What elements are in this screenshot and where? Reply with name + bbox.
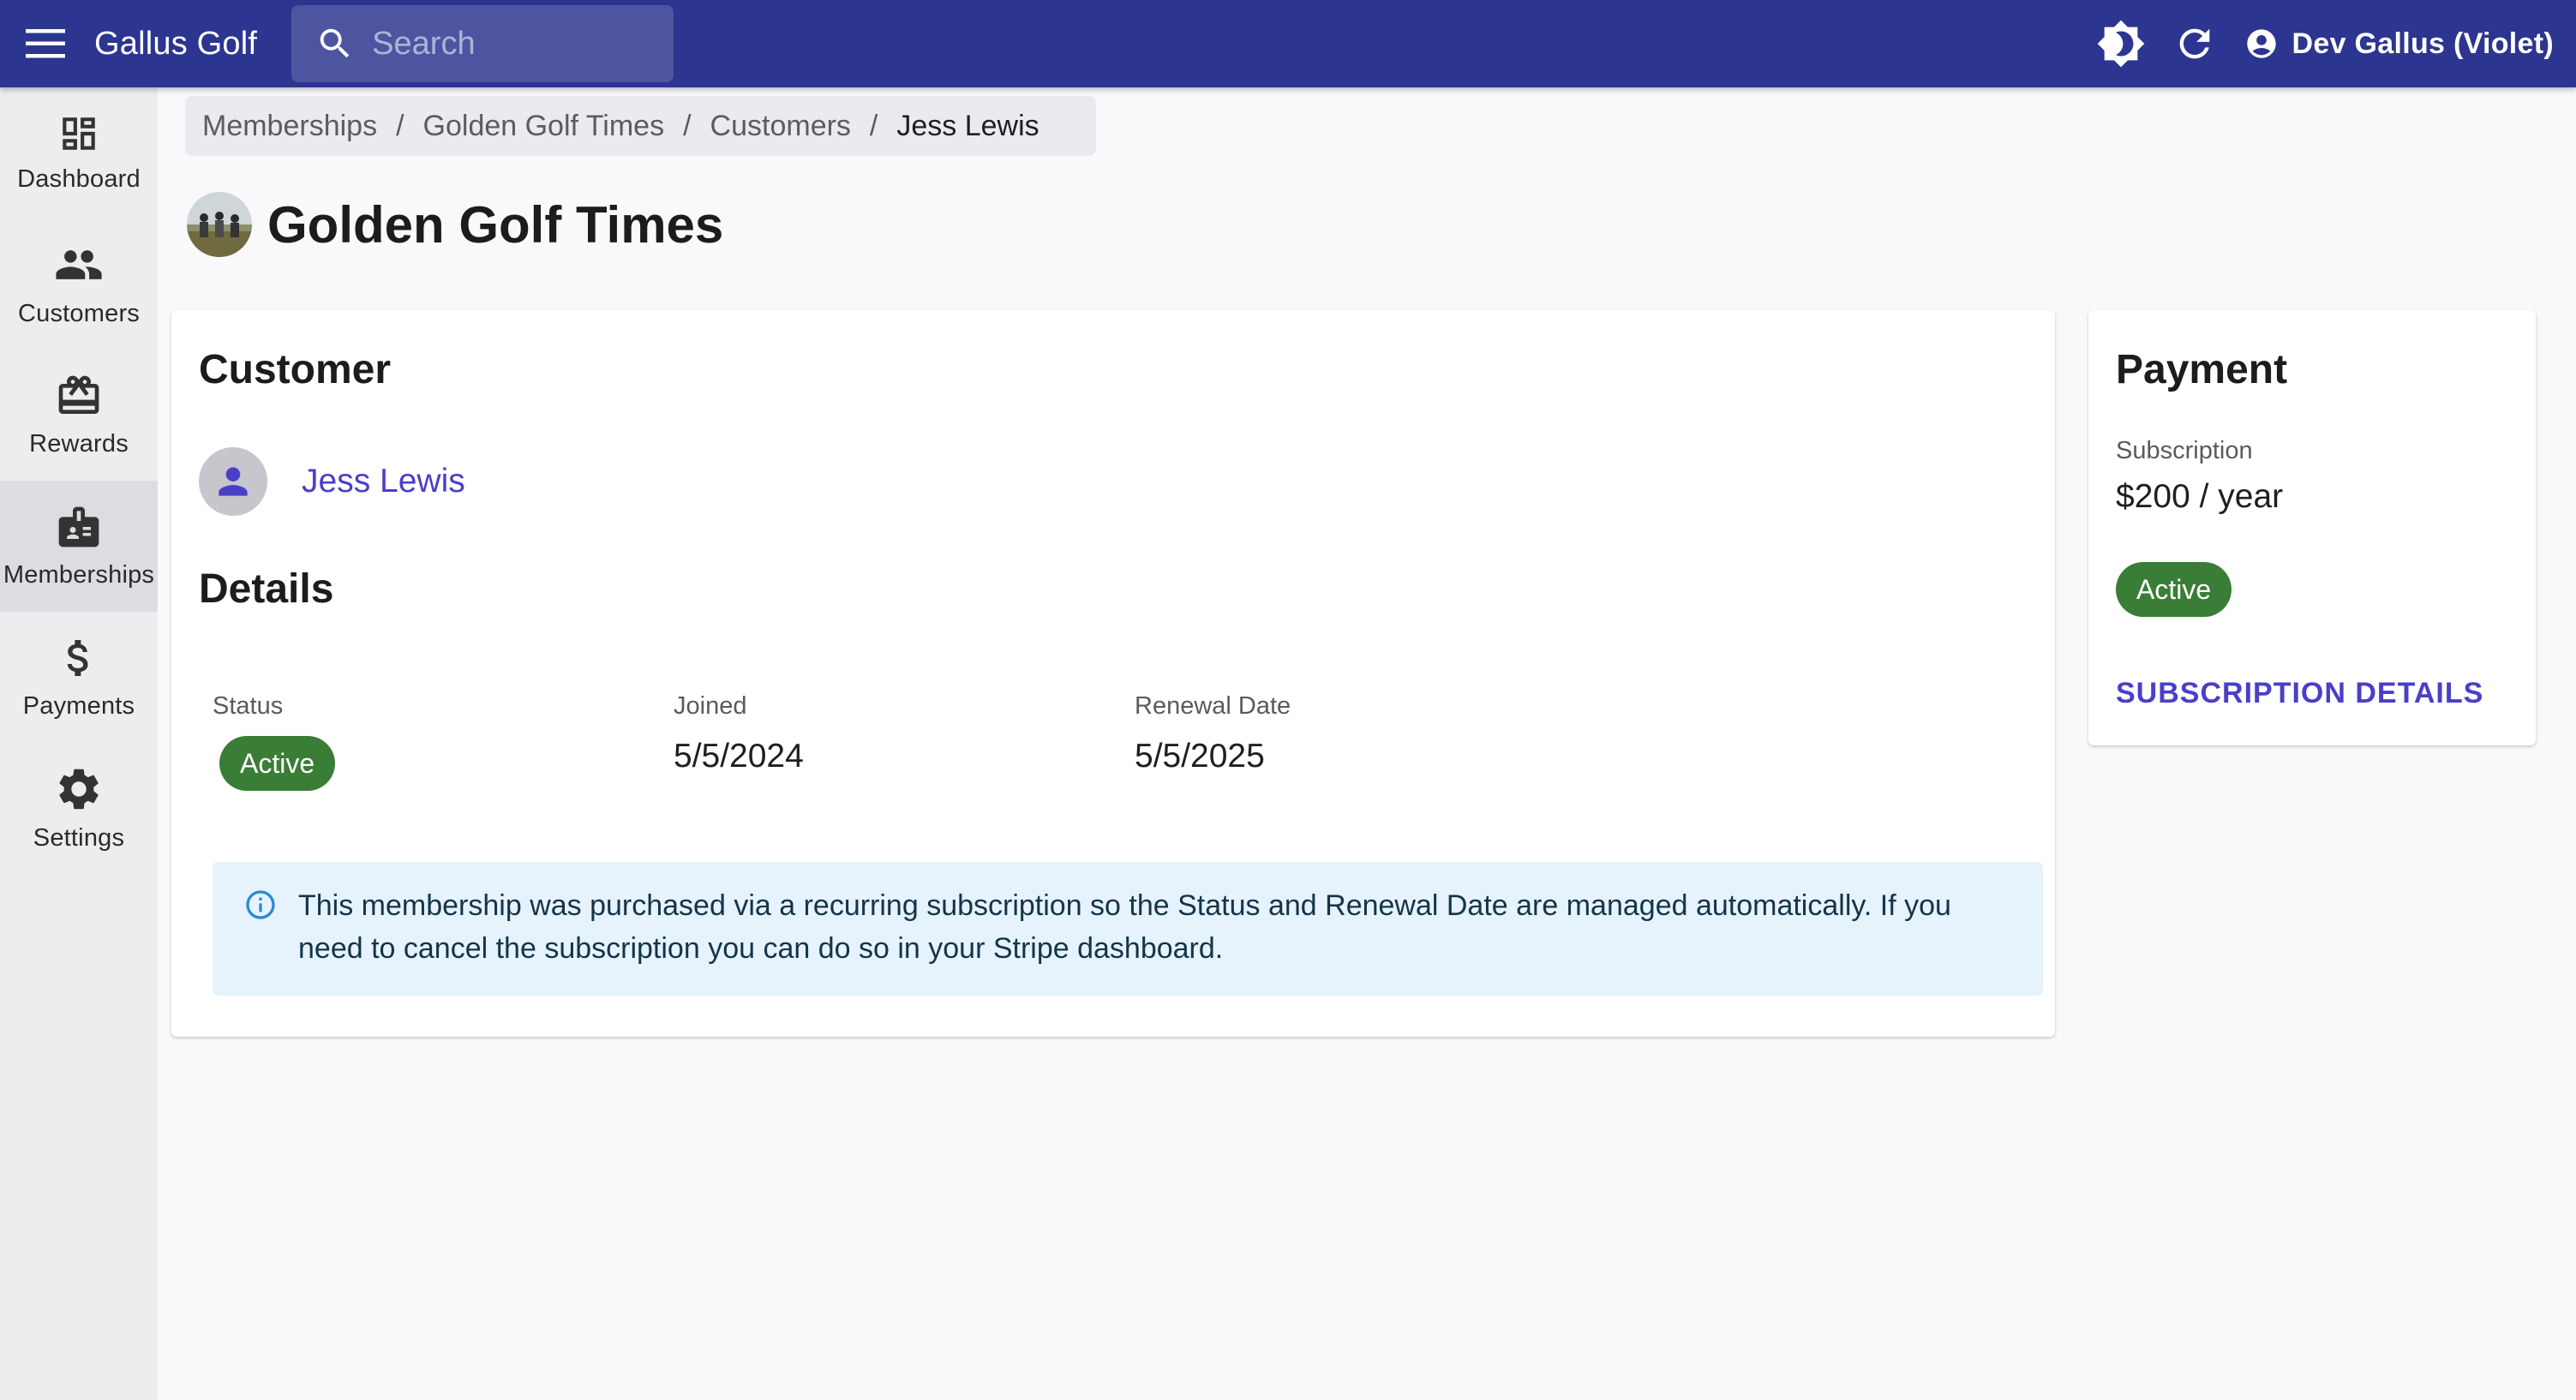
customer-card: Customer Jess Lewis Details Status Activ… (171, 310, 2055, 1037)
dashboard-icon (63, 117, 95, 150)
renewal-label: Renewal Date (1135, 692, 1291, 720)
payment-section-title: Payment (2116, 347, 2288, 392)
detail-joined: Joined 5/5/2024 (674, 692, 804, 775)
payment-status-badge: Active (2116, 562, 2232, 617)
nav-label: Settings (33, 824, 125, 852)
subscription-price: $200 / year (2116, 478, 2284, 515)
settings-icon (59, 769, 99, 810)
breadcrumb-memberships[interactable]: Memberships (202, 110, 377, 143)
club-logo (187, 192, 252, 257)
breadcrumb-customers[interactable]: Customers (710, 110, 851, 143)
user-menu[interactable]: Dev Gallus (Violet) (2244, 27, 2555, 61)
refresh-button[interactable] (2167, 16, 2222, 71)
search-input[interactable] (372, 25, 647, 63)
brightness-icon (2097, 20, 2144, 68)
info-icon (246, 890, 275, 919)
subscription-label: Subscription (2116, 437, 2253, 464)
details-section-title: Details (199, 566, 334, 612)
customer-section-title: Customer (199, 347, 392, 392)
app-title[interactable]: Gallus Golf (94, 26, 257, 63)
account-circle-icon (2246, 29, 2276, 58)
menu-icon[interactable] (22, 21, 69, 67)
status-label: Status (213, 692, 284, 720)
joined-label: Joined (674, 692, 747, 720)
top-app-bar: Gallus Golf Dev Gallus (Violet) (0, 0, 2576, 87)
breadcrumb-current: Jess Lewis (896, 109, 1039, 142)
breadcrumb-club[interactable]: Golden Golf Times (423, 110, 665, 143)
user-name: Dev Gallus (Violet) (2291, 27, 2554, 60)
nav-item-dashboard[interactable]: Dashboard (0, 87, 158, 218)
nav-label: Customers (18, 300, 140, 327)
payment-card: Payment Subscription $200 / year Active … (2088, 310, 2536, 745)
renewal-value: 5/5/2025 (1135, 738, 1265, 775)
nav-item-memberships[interactable]: Memberships (0, 481, 158, 612)
joined-value: 5/5/2024 (674, 738, 804, 775)
theme-toggle-button[interactable] (2094, 16, 2148, 71)
nav-label: Dashboard (17, 165, 141, 193)
nav-label: Payments (22, 692, 135, 720)
person-icon (219, 467, 248, 496)
memberships-icon (58, 506, 99, 547)
customers-icon (56, 250, 102, 279)
detail-status: Status Active (213, 692, 336, 791)
info-message: This membership was purchased via a recu… (298, 889, 1951, 965)
breadcrumb-separator: / (683, 109, 692, 142)
breadcrumb: Memberships / Golden Golf Times / Custom… (185, 96, 1096, 156)
subscription-details-button[interactable]: SUBSCRIPTION DETAILS (2116, 677, 2483, 710)
status-badge: Active (219, 736, 336, 791)
customer-name-link[interactable]: Jess Lewis (302, 463, 465, 500)
nav-item-settings[interactable]: Settings (0, 743, 158, 874)
search-icon (320, 28, 350, 58)
rewards-icon (58, 375, 99, 414)
nav-label: Rewards (29, 430, 129, 458)
breadcrumb-separator: / (396, 109, 404, 142)
search-box[interactable] (291, 5, 674, 82)
page-title: Golden Golf Times (267, 195, 724, 254)
nav-item-customers[interactable]: Customers (0, 218, 158, 350)
page-header: Golden Golf Times (187, 192, 723, 257)
breadcrumb-separator: / (869, 109, 878, 142)
side-navigation: Dashboard Customers Rewards Memberships … (0, 87, 158, 1400)
info-alert: This membership was purchased via a recu… (213, 862, 2043, 996)
payments-icon (67, 640, 88, 676)
detail-renewal: Renewal Date 5/5/2025 (1135, 692, 1291, 775)
nav-item-payments[interactable]: Payments (0, 612, 158, 743)
nav-label: Memberships (3, 561, 155, 589)
nav-item-rewards[interactable]: Rewards (0, 350, 158, 481)
avatar (199, 447, 267, 516)
refresh-icon (2179, 28, 2209, 59)
customer-row: Jess Lewis (199, 447, 465, 516)
